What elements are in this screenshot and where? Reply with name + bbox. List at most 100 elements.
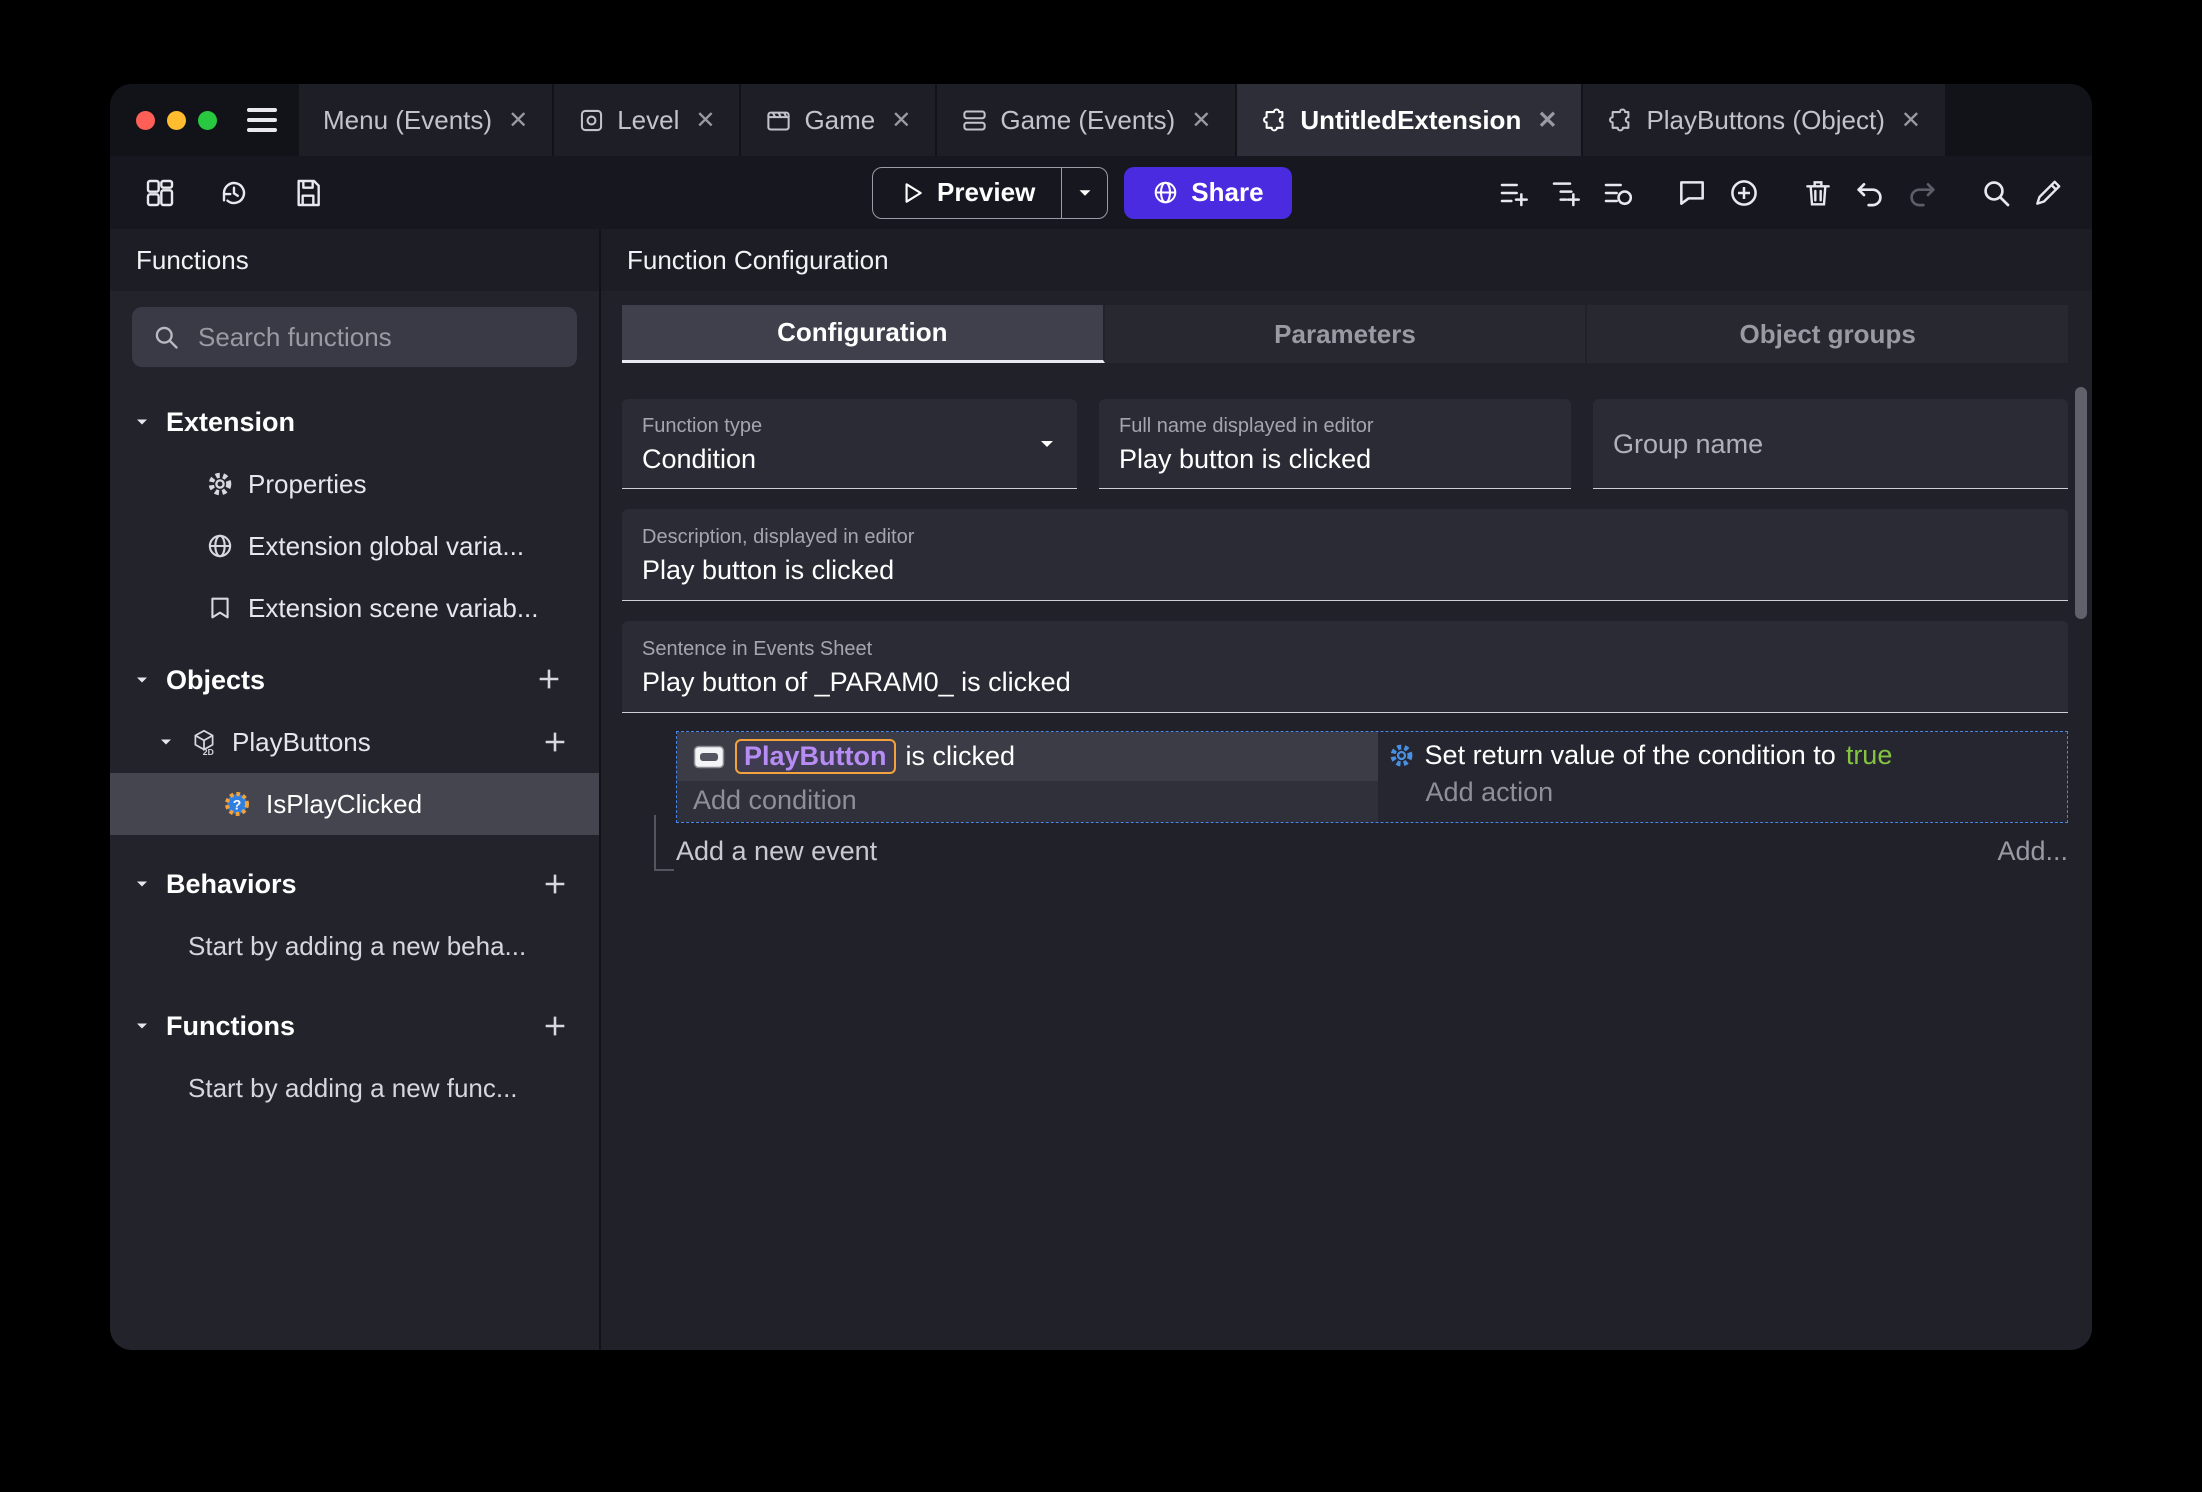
zoom-window-button[interactable] <box>198 110 217 130</box>
history-icon <box>218 177 250 209</box>
plus-icon <box>545 732 565 752</box>
tab-configuration[interactable]: Configuration <box>622 305 1105 363</box>
action-item[interactable]: Set return value of the condition to tru… <box>1384 738 2065 773</box>
search-icon <box>152 323 180 351</box>
close-icon[interactable]: ✕ <box>1537 106 1557 135</box>
history-button[interactable] <box>212 171 256 215</box>
edit-button[interactable] <box>2026 171 2070 215</box>
add-behavior-button[interactable] <box>535 869 575 899</box>
search-button[interactable] <box>1974 171 2018 215</box>
event-row[interactable]: PlayButton is clicked Add condition Set … <box>676 731 2068 823</box>
tab-object-groups[interactable]: Object groups <box>1587 305 2069 363</box>
description-field[interactable]: Description, displayed in editor <box>622 509 2068 601</box>
full-name-input[interactable] <box>1119 443 1551 475</box>
section-label: Extension <box>166 406 296 437</box>
close-window-button[interactable] <box>136 110 155 130</box>
sidebar-section-functions[interactable]: Functions <box>110 995 599 1057</box>
tab-game-events[interactable]: Game (Events) ✕ <box>937 84 1238 156</box>
add-new-event-button[interactable]: Add a new event <box>676 836 877 867</box>
save-button[interactable] <box>286 171 330 215</box>
search-functions-box[interactable] <box>132 307 577 367</box>
section-label: Objects <box>166 664 266 695</box>
add-event-icon <box>1498 177 1530 209</box>
tab-label: Game <box>804 104 876 135</box>
close-icon[interactable]: ✕ <box>891 106 911 135</box>
layout-icon <box>144 177 176 209</box>
close-icon[interactable]: ✕ <box>1191 106 1211 135</box>
sidebar-item-isplayclicked[interactable]: IsPlayClicked <box>110 773 599 835</box>
share-button[interactable]: Share <box>1124 166 1292 219</box>
minimize-window-button[interactable] <box>167 110 186 130</box>
close-icon[interactable]: ✕ <box>695 106 715 135</box>
preview-button[interactable]: Preview <box>873 168 1061 218</box>
redo-icon <box>1906 177 1938 209</box>
add-other-event-button[interactable] <box>1596 171 1640 215</box>
sidebar-section-behaviors[interactable]: Behaviors <box>110 853 599 915</box>
delete-button[interactable] <box>1796 171 1840 215</box>
tab-label: Menu (Events) <box>323 104 493 135</box>
preview-label: Preview <box>937 177 1036 207</box>
object-2d-icon <box>190 728 218 756</box>
field-label: Function type <box>642 414 763 437</box>
events-list-icon <box>961 107 988 134</box>
tab-game[interactable]: Game ✕ <box>741 84 938 156</box>
add-subevent-icon <box>1550 177 1582 209</box>
redo-button[interactable] <box>1900 171 1944 215</box>
condition-object-chip[interactable]: PlayButton <box>735 739 896 774</box>
caret-down-icon <box>132 412 152 432</box>
sidebar-section-objects[interactable]: Objects <box>110 649 599 711</box>
configuration-tabs: Configuration Parameters Object groups <box>622 305 2069 363</box>
tab-level[interactable]: Level ✕ <box>554 84 742 156</box>
function-type-value: Condition <box>642 443 757 474</box>
form-row-1: Function type Condition Full name displa… <box>622 399 2068 489</box>
add-object-button[interactable] <box>535 665 575 695</box>
tab-playbuttons-object[interactable]: PlayButtons (Object) ✕ <box>1583 84 1947 156</box>
group-name-input[interactable] <box>1613 429 2048 460</box>
main-menu-button[interactable] <box>233 84 291 156</box>
undo-button[interactable] <box>1848 171 1892 215</box>
puzzle-icon <box>1607 107 1634 134</box>
add-more-button[interactable]: Add... <box>1997 836 2068 867</box>
project-manager-button[interactable] <box>138 171 182 215</box>
caret-down-icon <box>132 670 152 690</box>
scene-icon <box>578 107 605 134</box>
sidebar-item-global-variables[interactable]: Extension global varia... <box>110 515 599 577</box>
condition-item[interactable]: PlayButton is clicked <box>677 732 1378 781</box>
close-icon[interactable]: ✕ <box>508 106 528 135</box>
sidebar-item-playbuttons[interactable]: PlayButtons <box>110 711 599 773</box>
sidebar-item-scene-variables[interactable]: Extension scene variab... <box>110 577 599 639</box>
add-subevent-button[interactable] <box>1544 171 1588 215</box>
section-label: Behaviors <box>166 868 297 899</box>
add-function-button[interactable] <box>535 1011 575 1041</box>
gear-icon <box>206 470 234 498</box>
add-condition-button[interactable]: Add condition <box>677 781 1378 822</box>
choose-event-button[interactable] <box>1722 171 1766 215</box>
full-name-field[interactable]: Full name displayed in editor <box>1099 399 1571 489</box>
sidebar-section-extension[interactable]: Extension <box>110 391 599 453</box>
preview-options-button[interactable] <box>1061 167 1107 218</box>
event-indent-guide <box>654 815 674 871</box>
sentence-field[interactable]: Sentence in Events Sheet <box>622 621 2068 713</box>
function-type-select[interactable]: Function type Condition <box>622 399 1077 489</box>
sidebar-item-properties[interactable]: Properties <box>110 453 599 515</box>
caret-down-icon <box>132 874 152 894</box>
close-icon[interactable]: ✕ <box>1901 106 1921 135</box>
add-event-button[interactable] <box>1492 171 1536 215</box>
add-object-function-button[interactable] <box>535 727 575 757</box>
action-value: true <box>1845 740 1893 770</box>
tab-menu-events[interactable]: Menu (Events) ✕ <box>299 84 555 156</box>
plus-icon <box>545 874 565 894</box>
vertical-scrollbar[interactable] <box>2075 387 2087 619</box>
tab-parameters[interactable]: Parameters <box>1104 305 1588 363</box>
globe-icon <box>1152 179 1179 206</box>
search-functions-input[interactable] <box>196 320 557 354</box>
add-action-button[interactable]: Add action <box>1384 773 2065 814</box>
sentence-input[interactable] <box>642 666 2048 698</box>
tab-untitled-extension[interactable]: UntitledExtension ✕ <box>1237 84 1584 156</box>
caret-down-icon <box>156 732 176 752</box>
group-name-field[interactable] <box>1593 399 2068 489</box>
search-icon <box>1980 177 2012 209</box>
add-comment-button[interactable] <box>1670 171 1714 215</box>
pen-icon <box>2032 177 2064 209</box>
description-input[interactable] <box>642 554 2048 586</box>
